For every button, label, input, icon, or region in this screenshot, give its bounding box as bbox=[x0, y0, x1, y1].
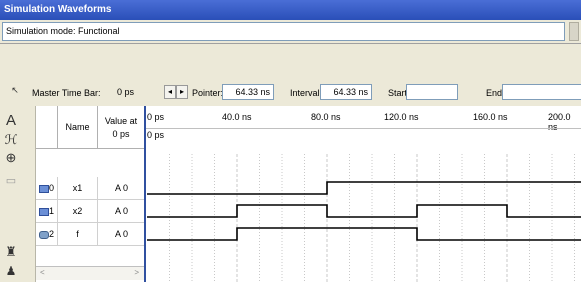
simulation-mode-text: Simulation mode: Functional bbox=[2, 22, 565, 41]
waveform-editor-icon[interactable]: ℋ bbox=[2, 132, 20, 150]
input-pin-icon bbox=[38, 207, 49, 216]
interval-value: 64.33 ns bbox=[320, 84, 372, 100]
name-pane-scrollbar[interactable]: < > bbox=[36, 266, 145, 280]
scroll-left-arrow[interactable]: < bbox=[40, 268, 45, 277]
text-tool-icon[interactable]: A bbox=[2, 112, 20, 130]
pointer-label: Pointer: bbox=[192, 88, 224, 98]
mode-bar: Simulation mode: Functional bbox=[0, 20, 581, 44]
output-pin-icon bbox=[38, 230, 49, 239]
signal-index: 1 bbox=[36, 200, 58, 223]
value-column-header[interactable]: Value at 0 ps bbox=[98, 106, 145, 149]
mode-scroll-handle[interactable] bbox=[569, 22, 579, 41]
waveform-pane[interactable]: 0 ps 40.0 ns 80.0 ns 120.0 ns 160.0 ns 2… bbox=[146, 106, 581, 282]
waveform-canvas[interactable] bbox=[146, 106, 581, 282]
signal-index-label: 2 bbox=[48, 229, 54, 239]
signal-value: A 0 bbox=[114, 206, 128, 216]
scroll-right-arrow[interactable]: > bbox=[134, 268, 139, 277]
window-title: Simulation Waveforms bbox=[0, 0, 581, 20]
signal-name: f bbox=[58, 223, 98, 246]
arrow-pointer-icon[interactable]: ↖ bbox=[6, 85, 24, 103]
next-transition-button[interactable]: ▸ bbox=[176, 85, 188, 99]
waveform-x2[interactable] bbox=[147, 204, 581, 218]
name-column-header[interactable]: Name bbox=[58, 106, 98, 149]
copy-icon[interactable]: ▭ bbox=[2, 174, 20, 192]
previous-transition-button[interactable]: ◂ bbox=[164, 85, 176, 99]
signal-index-label: 0 bbox=[48, 183, 54, 193]
extra-tool-icon[interactable]: ♟ bbox=[2, 264, 20, 282]
signal-name-pane: Name Value at 0 ps 0 x1 A 0 1 x2 A 0 2 f… bbox=[36, 106, 145, 282]
end-value bbox=[502, 84, 581, 100]
toolbar-spacer bbox=[0, 44, 581, 80]
signal-value: A 0 bbox=[114, 183, 128, 193]
interval-label: Interval: bbox=[290, 88, 323, 98]
zoom-icon[interactable]: ⊕ bbox=[2, 150, 20, 168]
find-icon[interactable]: ♜ bbox=[2, 244, 20, 262]
tool-palette: A ℋ ⊕ ▭ ♜ ♟ bbox=[0, 106, 36, 282]
signal-row[interactable]: 2 f A 0 bbox=[36, 223, 145, 246]
pointer-value: 64.33 ns bbox=[222, 84, 274, 100]
master-time-label: Master Time Bar: bbox=[32, 88, 101, 98]
signal-row[interactable]: 1 x2 A 0 bbox=[36, 200, 145, 223]
signal-value: A 0 bbox=[114, 229, 128, 239]
signal-name: x1 bbox=[58, 177, 98, 200]
master-time-value[interactable]: 0 ps bbox=[98, 84, 138, 100]
input-pin-icon bbox=[38, 184, 49, 193]
start-value bbox=[406, 84, 458, 100]
signal-index: 2 bbox=[36, 223, 58, 246]
signal-index: 0 bbox=[36, 177, 58, 200]
waveform-f[interactable] bbox=[147, 227, 581, 241]
waveform-x1[interactable] bbox=[147, 181, 581, 195]
signal-name: x2 bbox=[58, 200, 98, 223]
signal-index-label: 1 bbox=[48, 206, 54, 216]
index-column-header bbox=[36, 106, 58, 149]
signal-row[interactable]: 0 x1 A 0 bbox=[36, 177, 145, 200]
time-toolbar: ↖ Master Time Bar: 0 ps ◂ ▸ Pointer: 64.… bbox=[0, 80, 581, 106]
